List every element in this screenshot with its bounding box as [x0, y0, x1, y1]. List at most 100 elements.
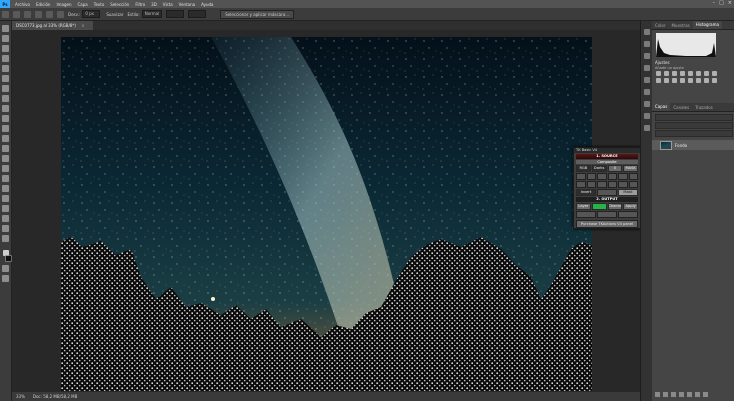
marquee-tool-icon[interactable]	[2, 35, 9, 42]
add-selection-icon[interactable]	[35, 10, 42, 18]
stamp-tool-icon[interactable]	[2, 115, 9, 122]
trash-icon[interactable]	[703, 392, 708, 397]
vibrance-icon[interactable]	[688, 71, 693, 76]
zone-button-12[interactable]	[628, 181, 638, 188]
layer-filter-field[interactable]	[655, 114, 733, 121]
zone-button-1[interactable]	[576, 173, 586, 180]
fx-icon[interactable]	[663, 392, 668, 397]
apply-button[interactable]: Apply	[623, 203, 638, 210]
menu-seleccion[interactable]: Selección	[107, 2, 132, 7]
zone-button-4[interactable]	[607, 173, 617, 180]
menu-ayuda[interactable]: Ayuda	[198, 2, 216, 7]
zone-button-6[interactable]	[628, 173, 638, 180]
menu-imagen[interactable]: Imagen	[53, 2, 74, 7]
height-field[interactable]	[188, 10, 207, 18]
zone-button-10[interactable]	[607, 181, 617, 188]
menu-edicion[interactable]: Edición	[33, 2, 53, 7]
lasso-tool-icon[interactable]	[2, 45, 9, 52]
close-tab-icon[interactable]: ×	[81, 23, 84, 28]
crop-tool-icon[interactable]	[2, 65, 9, 72]
channel-output-button[interactable]: Channel	[607, 203, 623, 210]
pen-tool-icon[interactable]	[2, 175, 9, 182]
threshold-icon[interactable]	[696, 78, 701, 83]
utility-button-2[interactable]	[597, 211, 617, 218]
minimize-icon[interactable]: –	[713, 0, 716, 6]
menu-archivo[interactable]: Archivo	[12, 2, 33, 7]
zone-button-2[interactable]	[586, 173, 596, 180]
intersect-selection-icon[interactable]	[57, 10, 64, 18]
marquee-tool-icon[interactable]	[13, 10, 20, 18]
tab-channels[interactable]: Canales	[670, 105, 692, 110]
gradient-map-icon[interactable]	[704, 78, 709, 83]
posterize-icon[interactable]	[688, 78, 693, 83]
utility-button-1[interactable]	[576, 211, 596, 218]
zone-button-9[interactable]	[597, 181, 607, 188]
zone-button-11[interactable]	[618, 181, 628, 188]
brush-settings-icon[interactable]	[643, 65, 650, 71]
layer-row[interactable]: Fondo	[652, 140, 734, 150]
blend-mode-select[interactable]	[655, 122, 733, 129]
zoom-level[interactable]: 33%	[16, 394, 25, 399]
hand-tool-icon[interactable]	[2, 215, 9, 222]
black-white-icon[interactable]	[712, 71, 717, 76]
actions-icon[interactable]	[643, 53, 650, 59]
path-select-tool-icon[interactable]	[2, 195, 9, 202]
zone-value[interactable]: 0	[607, 165, 623, 172]
hue-saturation-icon[interactable]	[696, 71, 701, 76]
channel-mixer-icon[interactable]	[664, 78, 669, 83]
selection-output-button[interactable]	[591, 203, 607, 210]
add-mask-icon[interactable]	[671, 392, 676, 397]
lock-controls[interactable]	[655, 130, 733, 137]
curves-icon[interactable]	[672, 71, 677, 76]
info-icon[interactable]	[643, 101, 650, 107]
new-selection-icon[interactable]	[24, 10, 31, 18]
tab-layers[interactable]: Capas	[652, 103, 671, 111]
layer-output-button[interactable]: Layer	[576, 203, 591, 210]
libraries-icon[interactable]	[643, 125, 650, 131]
tab-paths[interactable]: Trazados	[692, 105, 716, 110]
color-balance-icon[interactable]	[704, 71, 709, 76]
antialias-label[interactable]: Suavizar	[106, 12, 123, 17]
width-field[interactable]	[166, 10, 185, 18]
style-select[interactable]: Normal	[141, 10, 163, 18]
menu-filtro[interactable]: Filtro	[132, 2, 148, 7]
rgb-button[interactable]: RGB	[576, 165, 591, 172]
night-sky-photo[interactable]	[61, 37, 592, 391]
eraser-tool-icon[interactable]	[2, 135, 9, 142]
type-tool-icon[interactable]	[2, 185, 9, 192]
healing-tool-icon[interactable]	[2, 95, 9, 102]
gradient-tool-icon[interactable]	[2, 145, 9, 152]
source-composite[interactable]: Composite	[576, 160, 638, 164]
document-tab[interactable]: DSC0773.jpg al 33% (RGB/8*) ×	[12, 21, 93, 30]
brightness-contrast-icon[interactable]	[656, 71, 661, 76]
zoom-tool-icon[interactable]	[2, 225, 9, 232]
close-icon[interactable]: ×	[728, 0, 732, 6]
select-mask-button[interactable]: Seleccionar y aplicar máscara...	[220, 9, 295, 19]
frame-tool-icon[interactable]	[2, 75, 9, 82]
menu-3d[interactable]: 3D	[148, 2, 160, 7]
menu-ventana[interactable]: Ventana	[176, 2, 198, 7]
move-tool-icon[interactable]	[2, 25, 9, 32]
menu-vista[interactable]: Vista	[160, 2, 176, 7]
link-layers-icon[interactable]	[655, 392, 660, 397]
invert-icon[interactable]	[680, 78, 685, 83]
photo-filter-icon[interactable]	[656, 78, 661, 83]
tab-color[interactable]: Color	[652, 23, 668, 28]
utility-button-3[interactable]	[618, 211, 638, 218]
paragraph-icon[interactable]	[643, 89, 650, 95]
eyedropper-tool-icon[interactable]	[2, 85, 9, 92]
zone-button-3[interactable]	[597, 173, 607, 180]
menu-texto[interactable]: Texto	[91, 2, 108, 7]
mask-button[interactable]: MASK	[623, 165, 638, 172]
dodge-tool-icon[interactable]	[2, 165, 9, 172]
history-brush-icon[interactable]	[2, 125, 9, 132]
properties-icon[interactable]	[643, 41, 650, 47]
character-icon[interactable]	[643, 77, 650, 83]
feather-input[interactable]: 0 px	[82, 10, 101, 18]
tab-histogram[interactable]: Histograma	[692, 21, 722, 29]
zone-button-8[interactable]	[586, 181, 596, 188]
color-lookup-icon[interactable]	[672, 78, 677, 83]
subtract-selection-icon[interactable]	[46, 10, 53, 18]
mask-output-button[interactable]: Mask	[618, 189, 638, 196]
exposure-icon[interactable]	[680, 71, 685, 76]
